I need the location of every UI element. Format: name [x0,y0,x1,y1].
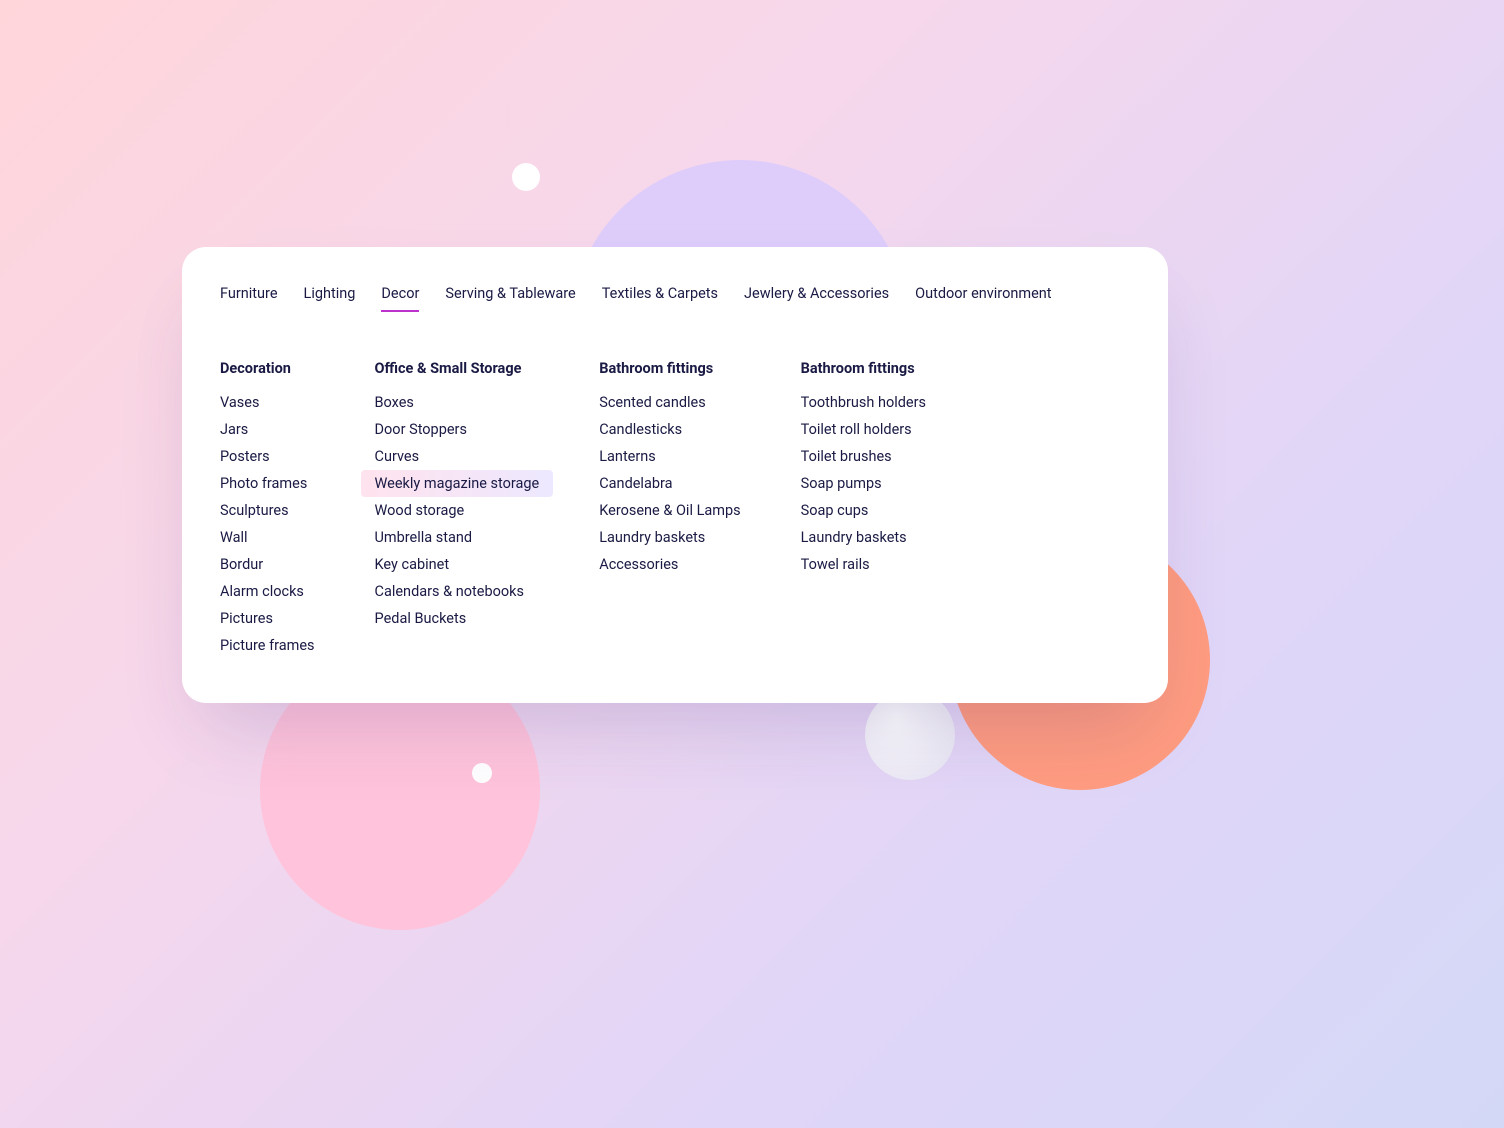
menu-item-wood-storage[interactable]: Wood storage [375,497,540,524]
column-heading: Decoration [220,360,315,377]
tab-lighting[interactable]: Lighting [304,285,356,312]
menu-item-weekly-magazine-storage[interactable]: Weekly magazine storage [361,470,554,497]
menu-item-toothbrush-holders[interactable]: Toothbrush holders [801,389,926,416]
tab-jewlery-accessories[interactable]: Jewlery & Accessories [744,285,889,312]
menu-item-calendars-notebooks[interactable]: Calendars & notebooks [375,578,540,605]
menu-item-toilet-roll-holders[interactable]: Toilet roll holders [801,416,926,443]
menu-column: Bathroom fittings Scented candlesCandlest… [599,360,740,659]
decorative-dot [512,163,540,191]
column-heading: Bathroom fittings [599,360,740,377]
menu-item-soap-cups[interactable]: Soap cups [801,497,926,524]
menu-item-alarm-clocks[interactable]: Alarm clocks [220,578,315,605]
menu-item-picture-frames[interactable]: Picture frames [220,632,315,659]
column-heading: Bathroom fittings [801,360,926,377]
menu-item-kerosene-oil-lamps[interactable]: Kerosene & Oil Lamps [599,497,740,524]
column-heading: Office & Small Storage [375,360,540,377]
menu-item-photo-frames[interactable]: Photo frames [220,470,315,497]
menu-item-curves[interactable]: Curves [375,443,540,470]
menu-item-soap-pumps[interactable]: Soap pumps [801,470,926,497]
menu-item-accessories[interactable]: Accessories [599,551,740,578]
menu-item-laundry-baskets[interactable]: Laundry baskets [599,524,740,551]
menu-item-candlesticks[interactable]: Candlesticks [599,416,740,443]
menu-item-lanterns[interactable]: Lanterns [599,443,740,470]
menu-item-bordur[interactable]: Bordur [220,551,315,578]
tab-serving-tableware[interactable]: Serving & Tableware [445,285,575,312]
decorative-blob [865,690,955,780]
category-tabs: Furniture Lighting Decor Serving & Tablewar… [220,285,1130,312]
menu-column: Decoration VasesJarsPostersPhoto framesSc… [220,360,315,659]
menu-item-boxes[interactable]: Boxes [375,389,540,416]
tab-furniture[interactable]: Furniture [220,285,278,312]
menu-item-vases[interactable]: Vases [220,389,315,416]
menu-item-jars[interactable]: Jars [220,416,315,443]
tab-textiles-carpets[interactable]: Textiles & Carpets [602,285,718,312]
menu-item-posters[interactable]: Posters [220,443,315,470]
tab-decor[interactable]: Decor [381,285,419,312]
menu-column: Office & Small Storage BoxesDoor Stoppers… [375,360,540,659]
page-background: Furniture Lighting Decor Serving & Tablewar… [0,0,1504,1128]
menu-item-scented-candles[interactable]: Scented candles [599,389,740,416]
menu-item-key-cabinet[interactable]: Key cabinet [375,551,540,578]
menu-item-toilet-brushes[interactable]: Toilet brushes [801,443,926,470]
menu-item-pedal-buckets[interactable]: Pedal Buckets [375,605,540,632]
mega-menu-card: Furniture Lighting Decor Serving & Tablewar… [182,247,1168,703]
menu-item-sculptures[interactable]: Sculptures [220,497,315,524]
menu-item-door-stoppers[interactable]: Door Stoppers [375,416,540,443]
tab-outdoor-environment[interactable]: Outdoor environment [915,285,1051,312]
menu-column: Bathroom fittingsToothbrush holdersToile… [801,360,926,659]
decorative-dot [472,763,492,783]
menu-item-pictures[interactable]: Pictures [220,605,315,632]
menu-item-umbrella-stand[interactable]: Umbrella stand [375,524,540,551]
menu-item-wall[interactable]: Wall [220,524,315,551]
subcategory-columns: DecorationVasesJarsPostersPhoto framesSc… [220,360,1130,659]
menu-item-candelabra[interactable]: Candelabra [599,470,740,497]
menu-item-laundry-baskets[interactable]: Laundry baskets [801,524,926,551]
menu-item-towel-rails[interactable]: Towel rails [801,551,926,578]
